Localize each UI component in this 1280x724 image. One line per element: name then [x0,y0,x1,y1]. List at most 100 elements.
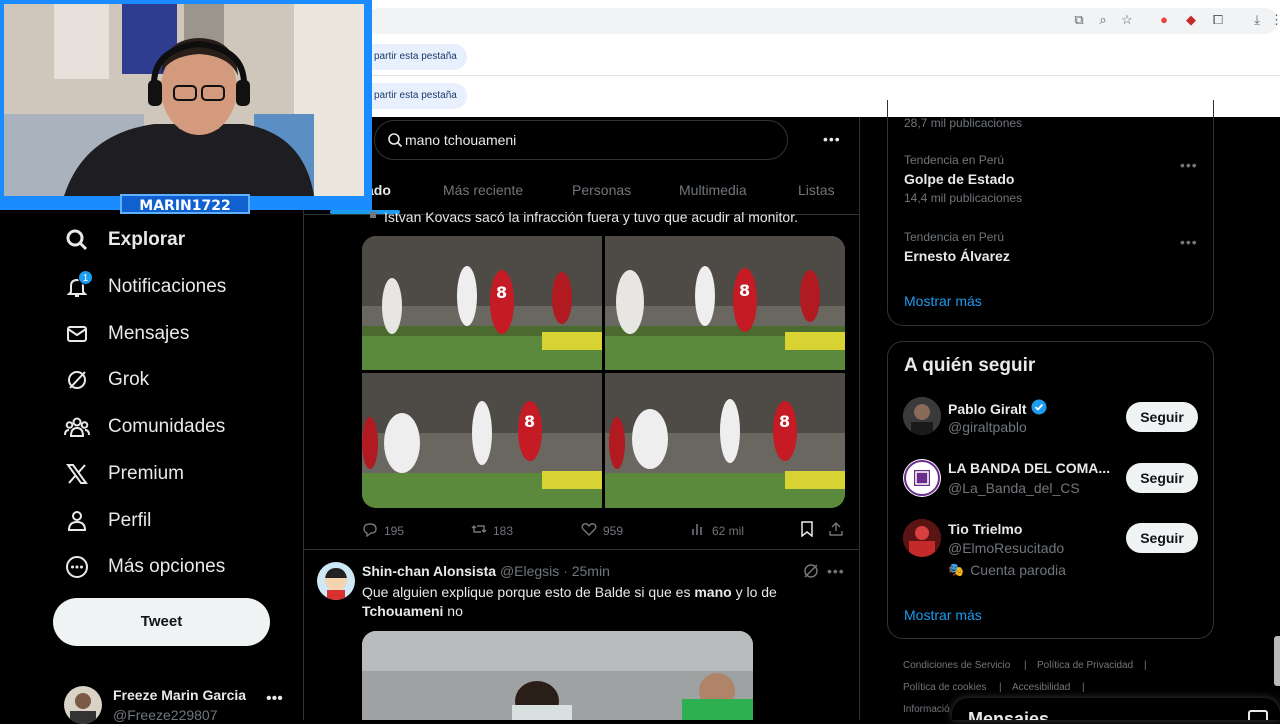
tweet-text-part: no [443,603,463,619]
follow-button[interactable]: Seguir [1126,402,1198,432]
nav-communities[interactable]: Comunidades [62,412,225,442]
suggested-user-name[interactable]: Tio Trielmo [948,521,1022,537]
share-icon[interactable] [828,521,844,537]
tab-media[interactable]: Multimedia [679,182,747,198]
menu-dots-icon[interactable]: ⋮ [1270,11,1280,29]
nav-label: Perfil [108,510,152,531]
suggested-user-handle: @ElmoResucitado [948,540,1065,556]
search-input[interactable]: mano tchouameni [374,120,788,160]
trend-item[interactable]: Tendencia en Perú Golpe de Estado 14,4 m… [904,153,1022,205]
search-more-icon[interactable]: ••• [823,131,841,147]
footer-accessibility-link[interactable]: Accesibilidad [1012,682,1070,693]
share-tab-chip[interactable]: partir esta pestaña [366,44,467,70]
notification-badge: 1 [78,270,93,285]
suggested-user-handle: @La_Banda_del_CS [948,480,1080,496]
mask-icon: 🎭 [948,562,965,577]
divider [366,75,1280,76]
grok-icon[interactable] [803,563,819,584]
share-tab-chip-2[interactable]: partir esta pestaña [366,83,467,109]
author-name[interactable]: Shin-chan Alonsista [362,563,496,579]
trends-card: 28,7 mil publicaciones Tendencia en Perú… [887,100,1214,326]
trend-title: Golpe de Estado [904,171,1015,187]
trend-count: 28,7 mil publicaciones [904,116,1023,130]
zoom-icon[interactable]: ⌕ [1094,11,1112,29]
suggested-user-name[interactable]: Pablo Giralt [948,399,1047,418]
verified-badge-icon [1031,399,1047,418]
trend-more-icon[interactable]: ••• [1180,234,1198,250]
trend-item[interactable]: Tendencia en Perú Ernesto Álvarez [904,230,1010,264]
scroll-edge [1274,636,1280,686]
reply-count: 195 [384,523,405,538]
bookmark-icon[interactable] [800,521,814,537]
tab-latest[interactable]: Más reciente [443,182,523,198]
mail-icon [62,319,92,349]
person-icon [62,506,92,536]
trend-more-icon[interactable]: ••• [1180,157,1198,173]
retweet-action[interactable]: 183 [471,521,513,540]
extension-red-icon[interactable]: ◆ [1182,11,1200,29]
new-message-icon[interactable] [1248,710,1268,720]
follow-button[interactable]: Seguir [1126,463,1198,493]
extension-color-icon[interactable]: ● [1155,11,1173,29]
football-video-frame [362,631,753,720]
nav-notifications[interactable]: 1 Notificaciones [62,270,227,302]
divider [304,549,859,550]
user-name: Pablo Giralt [948,400,1027,417]
suggested-user-handle: @giraltpablo [948,419,1027,435]
nav-premium[interactable]: Premium [62,459,184,489]
reply-action[interactable]: 195 [362,521,404,540]
x-logo-icon [62,459,92,489]
download-icon[interactable]: ⤓ [1248,11,1266,29]
account-name: Freeze Marin Garcia [113,687,247,703]
tweet-text: Que alguien explique porque esto de Bald… [362,583,822,621]
tweet-time[interactable]: · 25min [563,563,610,579]
nav-explore[interactable]: Explorar [62,225,185,255]
follow-button[interactable]: Seguir [1126,523,1198,553]
footer-more-link[interactable]: Informació [903,704,950,715]
extensions-puzzle-icon[interactable]: ⧠ [1209,11,1227,29]
nav-grok[interactable]: Grok [62,365,149,395]
avatar[interactable] [317,562,355,600]
nav-profile[interactable]: Perfil [62,506,151,536]
tweet-button[interactable]: Tweet [53,598,270,646]
show-more-follow-link[interactable]: Mostrar más [904,607,982,623]
like-action[interactable]: 959 [581,521,623,540]
nav-more-options[interactable]: Más opciones [62,552,225,582]
account-switcher[interactable]: Freeze Marin Garcia @Freeze229807 ••• [64,684,294,724]
avatar[interactable] [903,519,941,557]
search-icon [387,132,403,153]
address-bar[interactable] [366,8,1278,34]
nav-label: Grok [108,369,150,390]
messages-drawer-title: Mensajes [968,709,1050,720]
views-action[interactable]: 62 mil [690,521,744,540]
footer-privacy-link[interactable]: Política de Privacidad [1037,660,1133,671]
svg-text:8: 8 [779,412,790,431]
tweet-media-grid[interactable]: 8 8 8 8 [362,236,845,508]
avatar[interactable] [903,459,941,497]
nav-label: Comunidades [108,416,226,437]
avatar[interactable] [903,397,941,435]
footer-terms-link[interactable]: Condiciones de Servicio [903,660,1010,671]
messages-drawer[interactable]: Mensajes [952,698,1280,720]
tweet-media[interactable] [362,631,753,720]
heart-icon [581,521,597,540]
footer-separator: | [1082,682,1085,693]
bookmark-star-icon[interactable]: ☆ [1118,11,1136,29]
nav-messages[interactable]: Mensajes [62,319,189,349]
grok-icon [62,365,92,395]
communities-icon [62,412,92,442]
author-handle[interactable]: @Elegsis [500,563,559,579]
nav-label: Notificaciones [108,276,227,297]
tweet-more-icon[interactable]: ••• [827,563,845,579]
suggested-user-name[interactable]: LA BANDA DEL COMA... [948,460,1110,476]
footer-separator: | [1144,660,1147,671]
show-more-trends-link[interactable]: Mostrar más [904,293,982,309]
bullet [370,212,376,218]
cast-icon[interactable]: ⧉ [1070,11,1088,29]
footer-cookies-link[interactable]: Política de cookies [903,682,986,693]
footer-separator: | [999,682,1002,693]
tab-people[interactable]: Personas [572,182,631,198]
tab-lists[interactable]: Listas [798,182,835,198]
account-more-icon[interactable]: ••• [266,690,283,708]
tweet-text-part: y lo de [731,584,777,600]
